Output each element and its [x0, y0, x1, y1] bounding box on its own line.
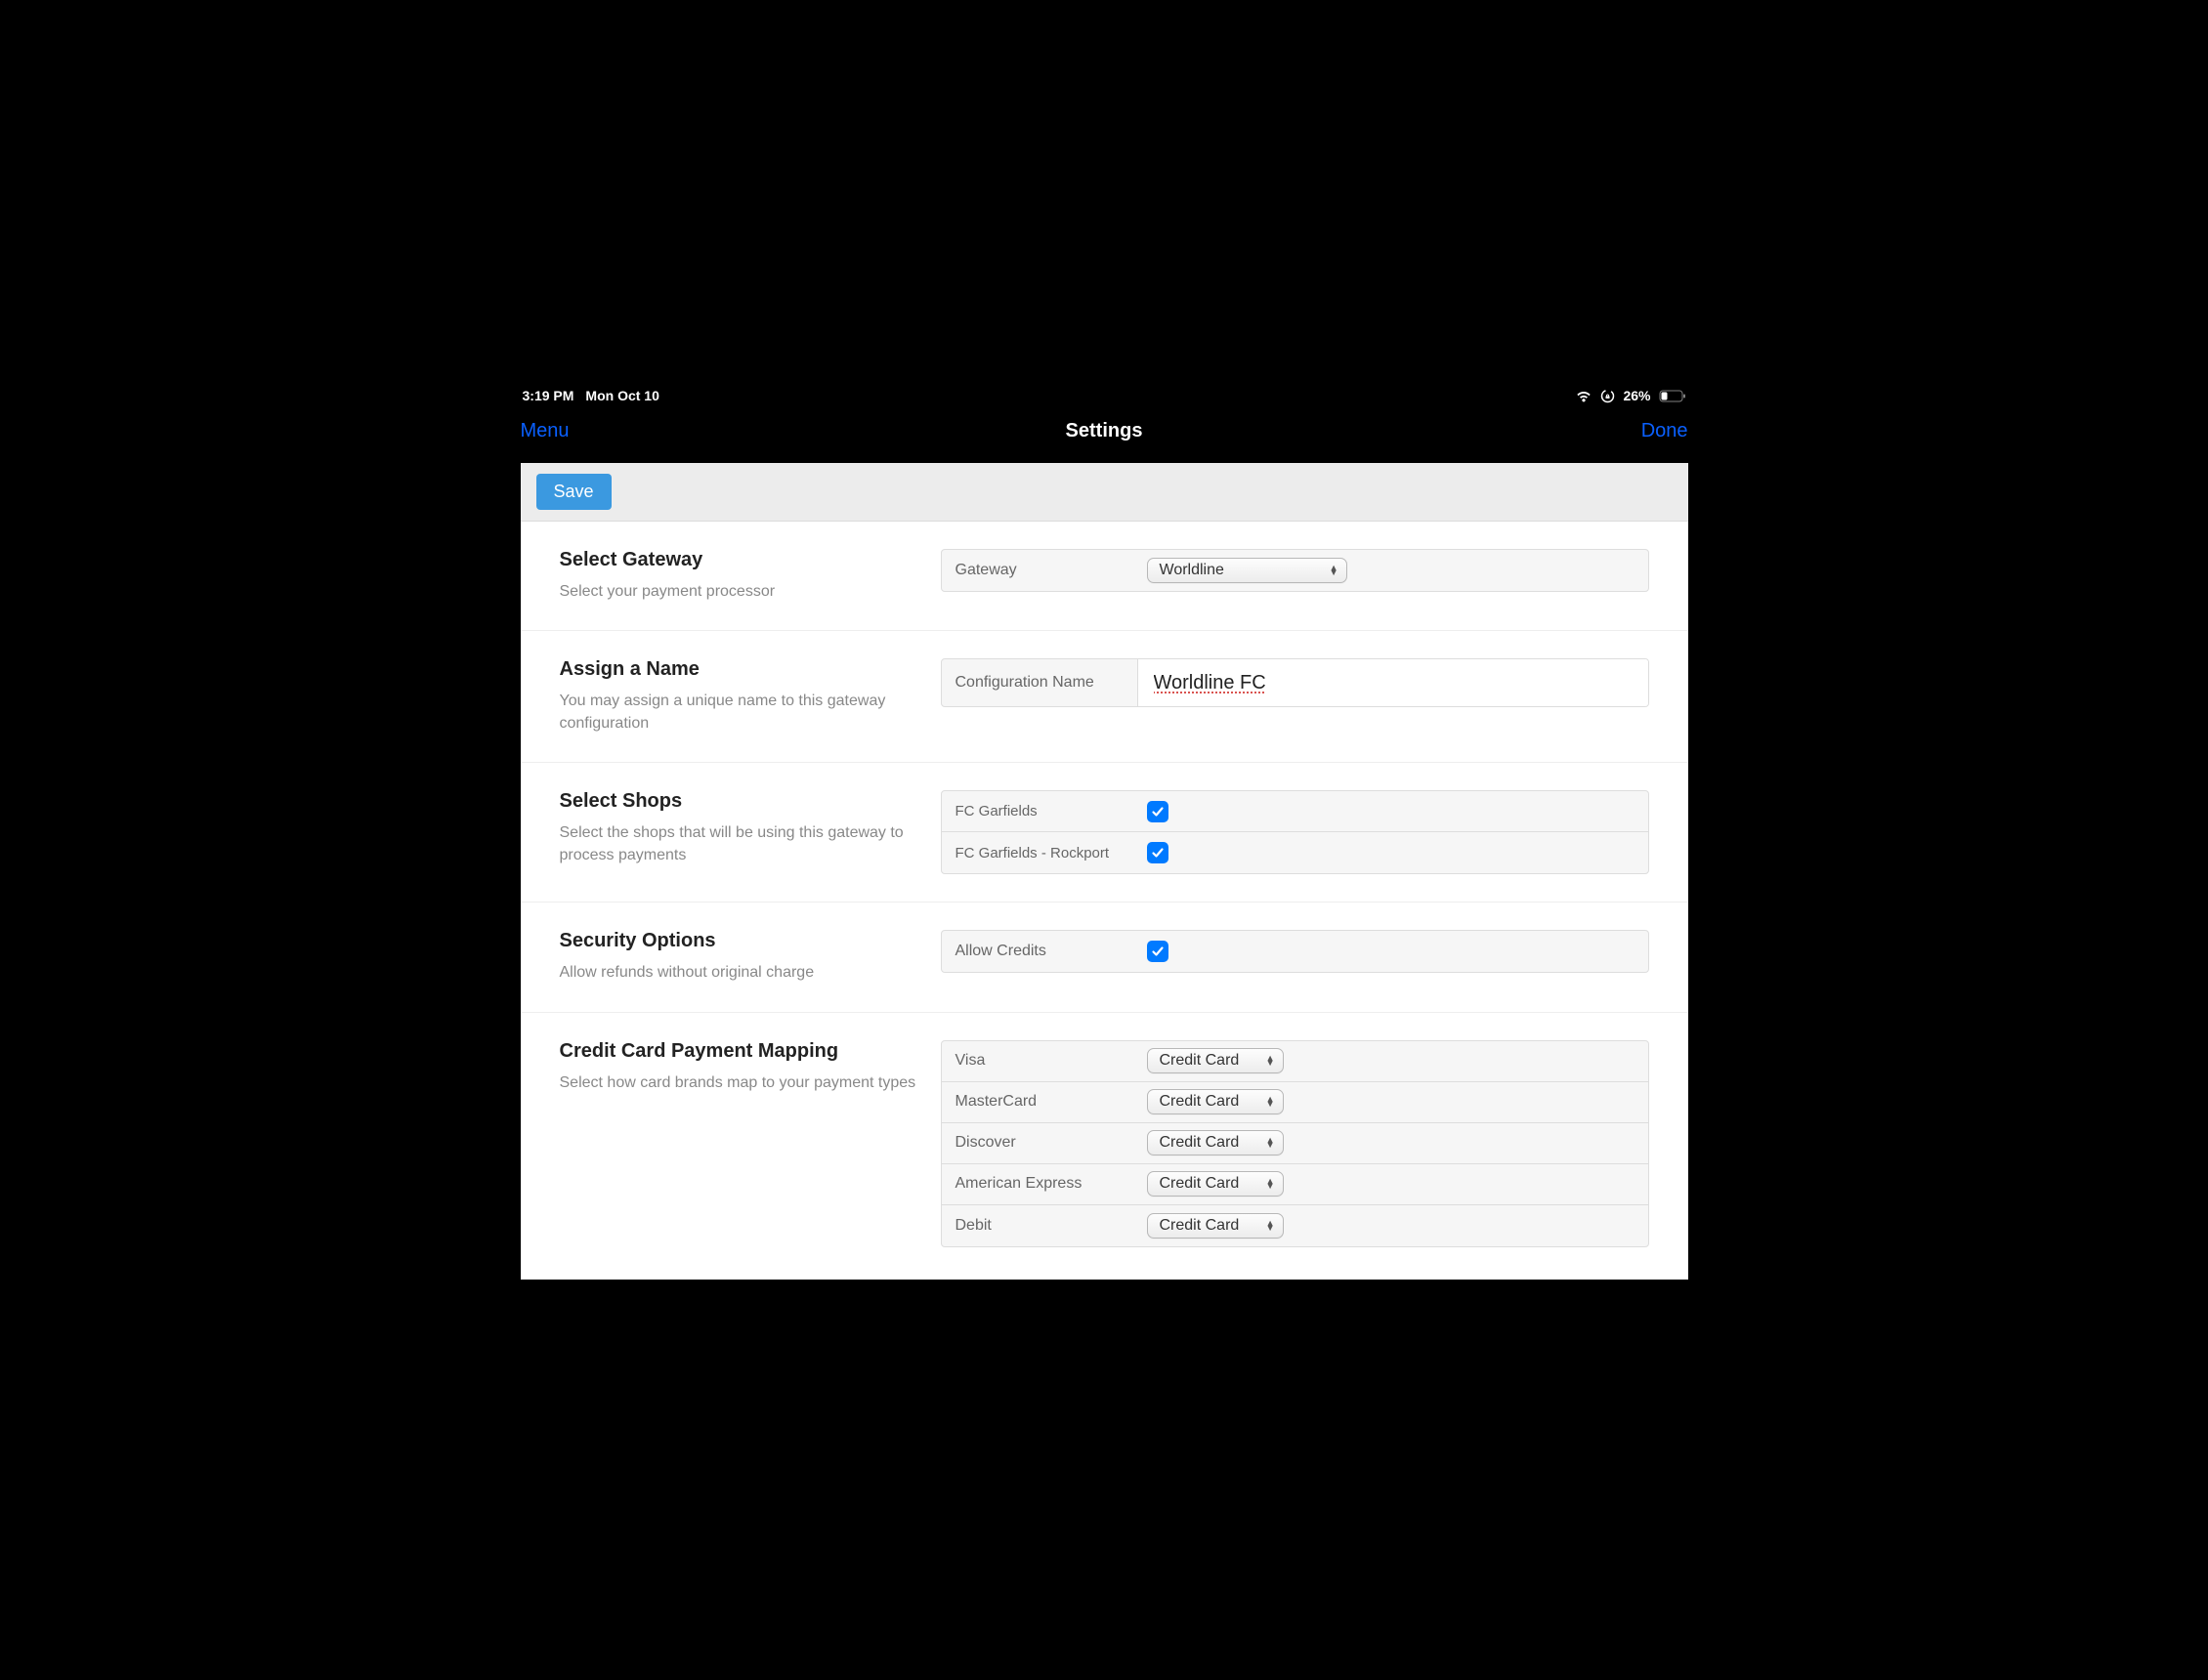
name-desc: You may assign a unique name to this gat…: [560, 691, 921, 735]
sections-scroll[interactable]: Select Gateway Select your payment proce…: [521, 522, 1688, 1280]
gateway-label: Gateway: [942, 552, 1137, 589]
mapping-desc: Select how card brands map to your payme…: [560, 1072, 921, 1094]
content-panel: Save Select Gateway Select your payment …: [521, 463, 1688, 1280]
map-4-label: Debit: [942, 1207, 1137, 1244]
security-title: Security Options: [560, 930, 921, 952]
security-desc: Allow refunds without original charge: [560, 962, 921, 984]
page-title: Settings: [1066, 420, 1143, 442]
section-name: Assign a Name You may assign a unique na…: [521, 631, 1688, 763]
toolbar: Save: [521, 463, 1688, 522]
status-bar: 3:19 PM Mon Oct 10 26%: [501, 381, 1708, 400]
chevron-updown-icon: ▲▼: [1266, 1056, 1275, 1066]
shop-1-checkbox[interactable]: [1147, 842, 1168, 863]
gateway-select-value: Worldline: [1160, 562, 1224, 579]
status-date: Mon Oct 10: [585, 388, 658, 403]
allow-credits-checkbox[interactable]: [1147, 941, 1168, 962]
config-name-label: Configuration Name: [942, 664, 1137, 701]
chevron-updown-icon: ▲▼: [1266, 1179, 1275, 1189]
map-3-select[interactable]: Credit Card ▲▼: [1147, 1171, 1284, 1197]
menu-button[interactable]: Menu: [521, 420, 570, 441]
map-0-value: Credit Card: [1160, 1052, 1240, 1070]
map-1-label: MasterCard: [942, 1083, 1137, 1120]
device-frame: 3:19 PM Mon Oct 10 26% Menu Settings Don…: [501, 381, 1708, 1299]
section-shops: Select Shops Select the shops that will …: [521, 763, 1688, 903]
map-1-select[interactable]: Credit Card ▲▼: [1147, 1089, 1284, 1114]
map-3-value: Credit Card: [1160, 1175, 1240, 1193]
map-2-select[interactable]: Credit Card ▲▼: [1147, 1130, 1284, 1155]
name-title: Assign a Name: [560, 658, 921, 681]
map-0-label: Visa: [942, 1042, 1137, 1079]
map-2-label: Discover: [942, 1124, 1137, 1161]
section-security: Security Options Allow refunds without o…: [521, 903, 1688, 1012]
mapping-title: Credit Card Payment Mapping: [560, 1040, 921, 1063]
map-4-select[interactable]: Credit Card ▲▼: [1147, 1213, 1284, 1239]
map-0-select[interactable]: Credit Card ▲▼: [1147, 1048, 1284, 1073]
chevron-updown-icon: ▲▼: [1330, 566, 1338, 575]
section-gateway: Select Gateway Select your payment proce…: [521, 522, 1688, 631]
battery-icon: [1659, 390, 1686, 402]
shop-0-label: FC Garfields: [942, 793, 1137, 829]
shop-1-label: FC Garfields - Rockport: [942, 835, 1137, 871]
chevron-updown-icon: ▲▼: [1266, 1097, 1275, 1107]
map-4-value: Credit Card: [1160, 1217, 1240, 1235]
map-2-value: Credit Card: [1160, 1134, 1240, 1152]
chevron-updown-icon: ▲▼: [1266, 1221, 1275, 1231]
wifi-icon: [1575, 390, 1592, 402]
shops-title: Select Shops: [560, 790, 921, 813]
map-1-value: Credit Card: [1160, 1093, 1240, 1111]
gateway-desc: Select your payment processor: [560, 581, 921, 603]
shop-0-checkbox[interactable]: [1147, 801, 1168, 822]
status-time: 3:19 PM: [523, 388, 574, 403]
chevron-updown-icon: ▲▼: [1266, 1138, 1275, 1148]
section-mapping: Credit Card Payment Mapping Select how c…: [521, 1013, 1688, 1275]
config-name-input[interactable]: [1154, 672, 1633, 694]
gateway-select[interactable]: Worldline ▲▼: [1147, 558, 1347, 583]
map-3-label: American Express: [942, 1165, 1137, 1202]
rotation-lock-icon: [1600, 389, 1615, 403]
allow-credits-label: Allow Credits: [942, 933, 1137, 970]
battery-percent: 26%: [1623, 388, 1650, 403]
shops-desc: Select the shops that will be using this…: [560, 822, 921, 866]
nav-bar: Menu Settings Done: [501, 406, 1708, 455]
save-button[interactable]: Save: [536, 474, 612, 510]
done-button[interactable]: Done: [1641, 420, 1688, 441]
gateway-title: Select Gateway: [560, 549, 921, 571]
